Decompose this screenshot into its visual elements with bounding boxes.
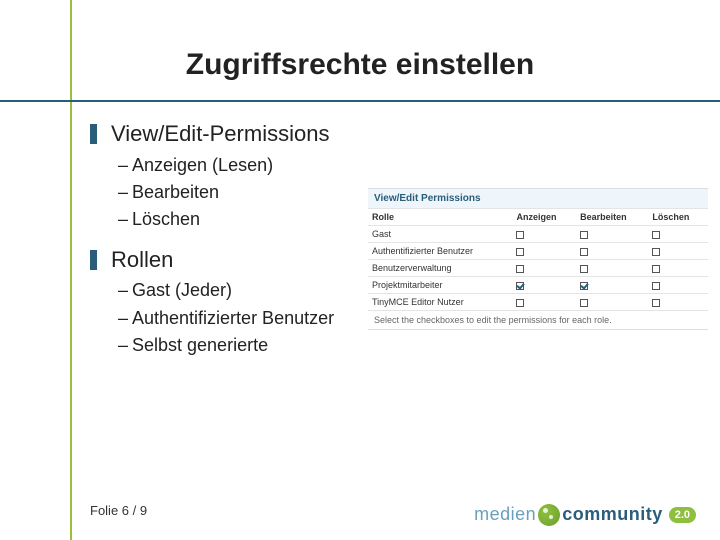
checkbox-unchecked-icon <box>516 299 524 307</box>
subitem-bearbeiten: – Bearbeiten <box>118 181 350 204</box>
permissions-table: Rolle Anzeigen Bearbeiten Löschen GastAu… <box>368 208 708 311</box>
checkbox-cell <box>648 294 708 311</box>
table-row: Projektmitarbeiter <box>368 277 708 294</box>
checkbox-unchecked-icon <box>580 231 588 239</box>
subitem-label: Selbst generierte <box>132 334 268 357</box>
bullet-marker <box>90 250 97 270</box>
dash-marker: – <box>118 154 132 177</box>
checkbox-cell <box>512 294 576 311</box>
brand-logo: medien community 2.0 <box>474 504 696 526</box>
subitem-loeschen: – Löschen <box>118 208 350 231</box>
checkbox-unchecked-icon <box>580 265 588 273</box>
checkbox-unchecked-icon <box>652 265 660 273</box>
checkbox-unchecked-icon <box>516 265 524 273</box>
bullet-label: View/Edit-Permissions <box>111 120 329 148</box>
subitem-label: Gast (Jeder) <box>132 279 232 302</box>
table-header-row: Rolle Anzeigen Bearbeiten Löschen <box>368 209 708 226</box>
slide-title: Zugriffsrechte einstellen <box>0 48 720 82</box>
logo-word-community: community <box>562 504 663 524</box>
table-row: Authentifizierter Benutzer <box>368 243 708 260</box>
logo-word-medien: medien <box>474 504 536 524</box>
checkbox-cell <box>576 226 648 243</box>
globe-icon <box>538 504 560 526</box>
checkbox-cell <box>576 243 648 260</box>
table-row: Benutzerverwaltung <box>368 260 708 277</box>
screenshot-heading: View/Edit Permissions <box>368 189 708 208</box>
dash-marker: – <box>118 279 132 302</box>
checkbox-unchecked-icon <box>580 299 588 307</box>
dash-marker: – <box>118 181 132 204</box>
bullet-marker <box>90 124 97 144</box>
subitem-label: Anzeigen (Lesen) <box>132 154 273 177</box>
checkbox-cell <box>576 294 648 311</box>
checkbox-unchecked-icon <box>652 248 660 256</box>
table-row: TinyMCE Editor Nutzer <box>368 294 708 311</box>
row-label: Authentifizierter Benutzer <box>368 243 512 260</box>
row-label: TinyMCE Editor Nutzer <box>368 294 512 311</box>
subitem-label: Authentifizierter Benutzer <box>132 307 334 330</box>
checkbox-cell <box>648 260 708 277</box>
horizontal-accent-line <box>0 100 720 102</box>
checkbox-unchecked-icon <box>652 282 660 290</box>
dash-marker: – <box>118 307 132 330</box>
subitem-label: Bearbeiten <box>132 181 219 204</box>
table-row: Gast <box>368 226 708 243</box>
row-label: Benutzerverwaltung <box>368 260 512 277</box>
logo-text: medien community <box>474 504 663 526</box>
checkbox-checked-icon <box>516 282 524 290</box>
checkbox-cell <box>576 260 648 277</box>
permissions-sublist: – Anzeigen (Lesen) – Bearbeiten – Lösche… <box>118 154 350 232</box>
checkbox-cell <box>512 226 576 243</box>
subitem-auth-benutzer: – Authentifizierter Benutzer <box>118 307 350 330</box>
checkbox-cell <box>512 243 576 260</box>
col-rolle: Rolle <box>368 209 512 226</box>
checkbox-cell <box>576 277 648 294</box>
bullet-rollen: Rollen <box>90 246 350 274</box>
col-anzeigen: Anzeigen <box>512 209 576 226</box>
dash-marker: – <box>118 208 132 231</box>
logo-badge: 2.0 <box>669 507 696 523</box>
col-bearbeiten: Bearbeiten <box>576 209 648 226</box>
subitem-anzeigen: – Anzeigen (Lesen) <box>118 154 350 177</box>
col-loeschen: Löschen <box>648 209 708 226</box>
checkbox-cell <box>648 277 708 294</box>
permissions-table-screenshot: View/Edit Permissions Rolle Anzeigen Bea… <box>368 188 708 330</box>
rollen-sublist: – Gast (Jeder) – Authentifizierter Benut… <box>118 279 350 357</box>
subitem-gast: – Gast (Jeder) <box>118 279 350 302</box>
subitem-selbst-generierte: – Selbst generierte <box>118 334 350 357</box>
checkbox-cell <box>512 277 576 294</box>
checkbox-unchecked-icon <box>516 231 524 239</box>
row-label: Gast <box>368 226 512 243</box>
bullet-view-edit-permissions: View/Edit-Permissions <box>90 120 350 148</box>
checkbox-cell <box>648 243 708 260</box>
screenshot-note: Select the checkboxes to edit the permis… <box>368 311 708 329</box>
dash-marker: – <box>118 334 132 357</box>
bullet-label: Rollen <box>111 246 173 274</box>
checkbox-unchecked-icon <box>652 231 660 239</box>
checkbox-unchecked-icon <box>516 248 524 256</box>
slide-content: View/Edit-Permissions – Anzeigen (Lesen)… <box>90 120 350 371</box>
checkbox-unchecked-icon <box>580 248 588 256</box>
row-label: Projektmitarbeiter <box>368 277 512 294</box>
subitem-label: Löschen <box>132 208 200 231</box>
checkbox-unchecked-icon <box>652 299 660 307</box>
checkbox-cell <box>512 260 576 277</box>
slide-footer: Folie 6 / 9 <box>90 503 147 518</box>
checkbox-cell <box>648 226 708 243</box>
checkbox-checked-icon <box>580 282 588 290</box>
